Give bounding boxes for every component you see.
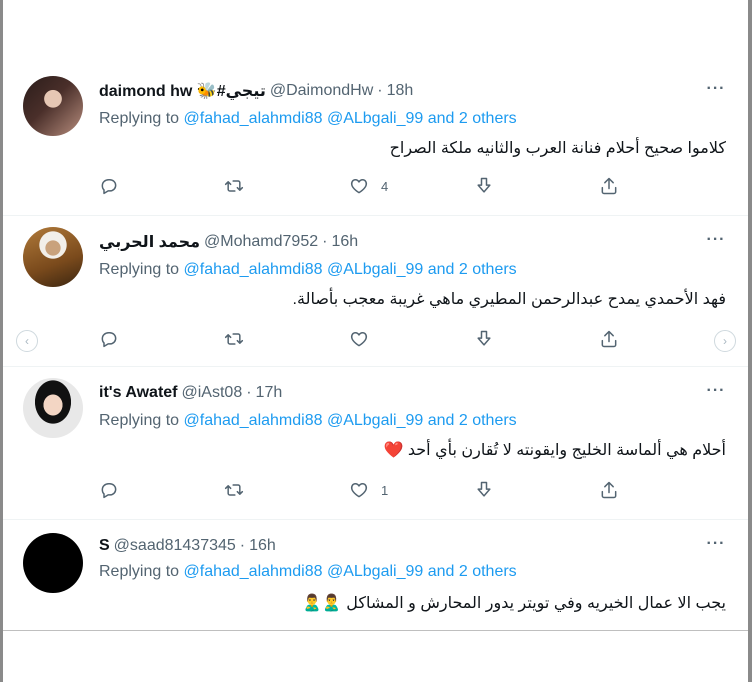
retweet-icon	[224, 329, 244, 349]
user-handle[interactable]: @iAst08	[182, 384, 243, 402]
bottom-divider	[3, 630, 748, 631]
tweet-text: أحلام هي ألماسة الخليج وايقونته لا تُقار…	[383, 442, 726, 459]
reply-icon	[99, 176, 119, 196]
user-handle[interactable]: @DaimondHw	[270, 82, 373, 100]
share-button[interactable]	[599, 174, 639, 198]
share-icon	[599, 176, 619, 196]
tweet-actions: 1	[99, 478, 639, 502]
like-button[interactable]	[349, 327, 474, 351]
avatar[interactable]	[23, 378, 83, 438]
like-icon	[349, 480, 369, 500]
like-icon	[349, 176, 369, 196]
share-button[interactable]	[599, 327, 639, 351]
carousel-next-button[interactable]: ›	[714, 330, 736, 352]
reply-tweet[interactable]: it's Awatef @iAst08 · 17h ··· Replying t…	[3, 368, 748, 520]
timestamp[interactable]: 17h	[256, 384, 283, 402]
more-options-icon[interactable]: ···	[704, 535, 728, 553]
replying-to: Replying to @fahad_alahmdi88 @ALbgali_99…	[99, 412, 728, 434]
replying-label: Replying to	[99, 110, 180, 127]
replying-mentions-link[interactable]: @fahad_alahmdi88 @ALbgali_99 and 2 other…	[184, 563, 517, 580]
replying-to: Replying to @fahad_alahmdi88 @ALbgali_99…	[99, 261, 728, 283]
tweet-header: daimond hw 🐝#تيجي @DaimondHw · 18h ···	[99, 80, 728, 102]
tweet-actions: 4	[99, 174, 639, 198]
like-count: 4	[381, 178, 389, 194]
tweet-header: محمد الحربي @Mohamd7952 · 16h ···	[99, 231, 728, 253]
more-options-icon[interactable]: ···	[704, 80, 728, 98]
dislike-button[interactable]	[474, 174, 599, 198]
reply-button[interactable]	[99, 327, 224, 351]
replying-label: Replying to	[99, 261, 180, 278]
reply-icon	[99, 480, 119, 500]
display-name[interactable]: it's Awatef	[99, 384, 178, 402]
like-button[interactable]: 1	[349, 478, 474, 502]
display-name[interactable]: S	[99, 537, 110, 555]
dislike-icon	[474, 176, 494, 196]
like-count: 1	[381, 482, 389, 498]
dislike-icon	[474, 480, 494, 500]
tweet-text: كلاموا صحيح أحلام فنانة العرب والثانيه م…	[389, 140, 726, 157]
user-handle[interactable]: @saad81437345	[114, 537, 236, 555]
retweet-icon	[224, 176, 244, 196]
more-options-icon[interactable]: ···	[704, 231, 728, 249]
like-icon	[349, 329, 369, 349]
separator-dot: ·	[246, 384, 252, 401]
more-options-icon[interactable]: ···	[704, 382, 728, 400]
reply-button[interactable]	[99, 174, 224, 198]
reply-button[interactable]	[99, 478, 224, 502]
dislike-icon	[474, 329, 494, 349]
user-handle[interactable]: @Mohamd7952	[204, 233, 318, 251]
avatar[interactable]	[23, 76, 83, 136]
separator-dot: ·	[239, 537, 246, 554]
display-name[interactable]: daimond hw 🐝#تيجي	[99, 81, 266, 101]
replying-to: Replying to @fahad_alahmdi88 @ALbgali_99…	[99, 563, 728, 585]
window-edge-right	[748, 0, 752, 682]
reply-tweet[interactable]: S @saad81437345 · 16h ··· Replying to @f…	[3, 521, 748, 629]
share-button[interactable]	[599, 478, 639, 502]
replying-mentions-link[interactable]: @fahad_alahmdi88 @ALbgali_99 and 2 other…	[184, 261, 517, 278]
timestamp[interactable]: 16h	[331, 233, 358, 251]
display-name[interactable]: محمد الحربي	[99, 232, 200, 252]
replying-label: Replying to	[99, 563, 180, 580]
retweet-icon	[224, 480, 244, 500]
retweet-button[interactable]	[224, 174, 349, 198]
replying-to: Replying to @fahad_alahmdi88 @ALbgali_99…	[99, 110, 728, 132]
replying-mentions-link[interactable]: @fahad_alahmdi88 @ALbgali_99 and 2 other…	[184, 412, 517, 429]
retweet-button[interactable]	[224, 478, 349, 502]
tweet-text: فهد الأحمدي يمدح عبدالرحمن المطيري ماهي …	[292, 291, 726, 308]
reply-tweet[interactable]: daimond hw 🐝#تيجي @DaimondHw · 18h ··· R…	[3, 66, 748, 216]
dislike-button[interactable]	[474, 327, 599, 351]
replying-mentions-link[interactable]: @fahad_alahmdi88 @ALbgali_99 and 2 other…	[184, 110, 517, 127]
reply-tweet[interactable]: محمد الحربي @Mohamd7952 · 16h ··· Replyi…	[3, 217, 748, 367]
like-button[interactable]: 4	[349, 174, 474, 198]
reply-icon	[99, 329, 119, 349]
replying-label: Replying to	[99, 412, 180, 429]
share-icon	[599, 329, 619, 349]
share-icon	[599, 480, 619, 500]
carousel-prev-button[interactable]: ‹	[16, 330, 38, 352]
separator-dot: ·	[377, 82, 383, 99]
timestamp[interactable]: 16h	[249, 537, 276, 555]
dislike-button[interactable]	[474, 478, 599, 502]
tweet-actions	[99, 327, 639, 351]
tweet-header: it's Awatef @iAst08 · 17h ···	[99, 382, 728, 404]
separator-dot: ·	[322, 233, 328, 250]
avatar[interactable]	[23, 227, 83, 287]
tweet-header: S @saad81437345 · 16h ···	[99, 535, 728, 557]
timestamp[interactable]: 18h	[387, 82, 414, 100]
avatar[interactable]	[23, 533, 83, 593]
tweet-text: يجب الا عمال الخيريه وفي تويتر يدور المح…	[301, 595, 726, 612]
retweet-button[interactable]	[224, 327, 349, 351]
